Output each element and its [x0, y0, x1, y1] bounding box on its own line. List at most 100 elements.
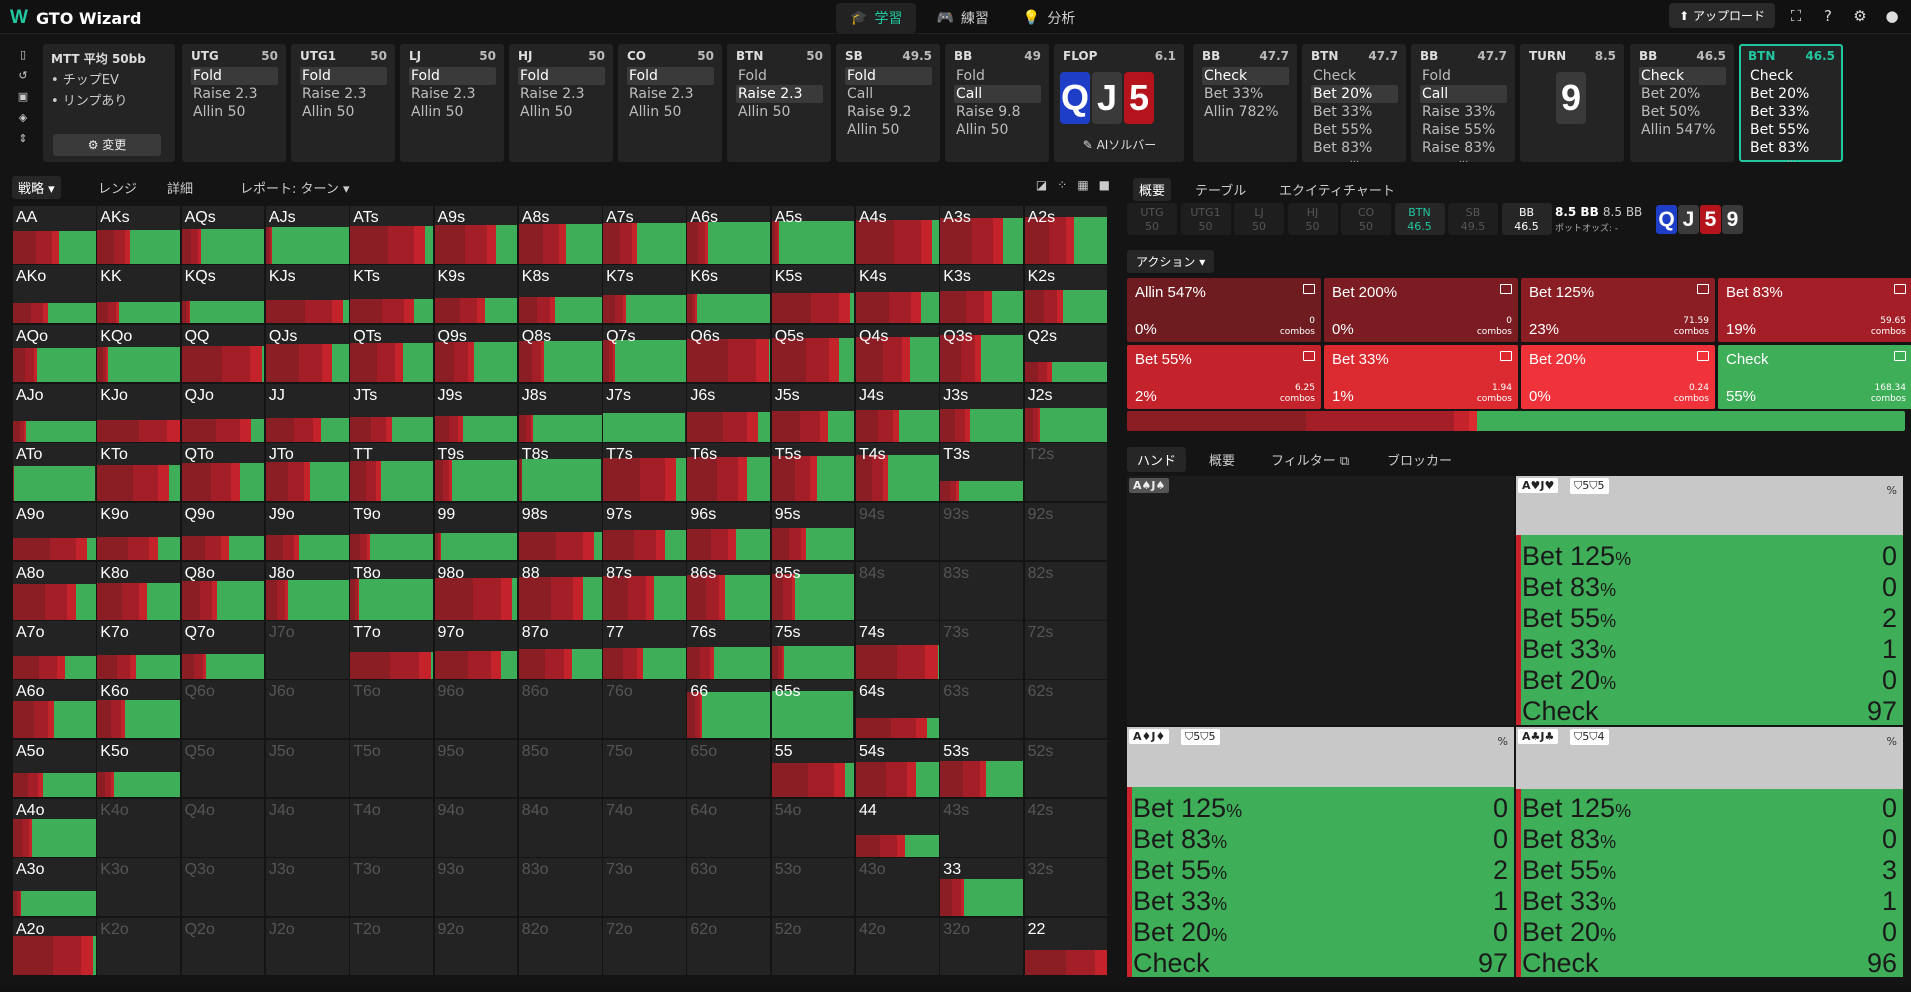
range-cell[interactable]: 83o: [518, 858, 602, 917]
range-cell[interactable]: A5o: [13, 739, 96, 798]
action-column-bb[interactable]: BB 47.7 Fold Call Raise 33% Raise 55% Raise 83…: [1411, 44, 1515, 165]
range-cell[interactable]: J3o: [265, 858, 349, 917]
action-item[interactable]: Bet 33%: [1748, 103, 1835, 121]
range-cell[interactable]: T2o: [350, 917, 433, 976]
range-cell[interactable]: T4o: [350, 799, 433, 857]
action-column-btn[interactable]: BTN 50 Fold Raise 2.3 Allin 50: [727, 44, 831, 162]
range-cell[interactable]: AKo: [13, 265, 96, 324]
range-cell[interactable]: KQo: [97, 324, 181, 383]
action-item[interactable]: Fold: [518, 67, 605, 85]
range-cell[interactable]: K2o: [97, 917, 181, 976]
range-cell[interactable]: K5o: [97, 739, 181, 798]
range-cell[interactable]: T5o: [350, 739, 433, 798]
range-cell[interactable]: JTs: [350, 383, 433, 442]
details-icon[interactable]: [1303, 284, 1315, 294]
details-icon[interactable]: [1894, 284, 1906, 294]
action-item[interactable]: Allin 782%: [1202, 103, 1289, 121]
range-cell[interactable]: 87o: [518, 621, 602, 679]
range-cell[interactable]: 53s: [940, 739, 1024, 798]
tab-range[interactable]: レンジ: [92, 176, 143, 199]
action-item[interactable]: Bet 20%: [1748, 85, 1835, 103]
range-cell[interactable]: T5s: [771, 443, 855, 501]
range-cell[interactable]: 32o: [940, 917, 1024, 976]
help-icon[interactable]: ?: [1817, 5, 1839, 27]
range-cell[interactable]: Q8s: [518, 324, 602, 383]
range-cell[interactable]: AJs: [265, 206, 349, 264]
user-icon[interactable]: ●: [1881, 5, 1903, 27]
range-cell[interactable]: 86s: [687, 561, 771, 620]
range-cell[interactable]: Q8o: [181, 561, 265, 620]
range-cell[interactable]: K8s: [518, 265, 602, 324]
range-cell[interactable]: QJs: [265, 324, 349, 383]
action-item[interactable]: Bet 55%: [1748, 121, 1835, 139]
action-item[interactable]: Bet 33%: [1311, 103, 1398, 121]
stack-utg1[interactable]: UTG1 50: [1180, 203, 1231, 235]
action-item[interactable]: Raise 9.8: [954, 103, 1041, 121]
range-cell[interactable]: 54s: [856, 739, 939, 798]
range-cell[interactable]: 43o: [856, 858, 939, 917]
range-cell[interactable]: 92o: [434, 917, 518, 976]
action-item[interactable]: Fold: [191, 67, 278, 85]
range-cell[interactable]: Q9o: [181, 502, 265, 561]
action-item[interactable]: Allin 547%: [1639, 121, 1726, 139]
action-item[interactable]: Bet 20%: [1311, 85, 1398, 103]
range-cell[interactable]: A8s: [518, 206, 602, 264]
range-cell[interactable]: J9o: [265, 502, 349, 561]
range-cell[interactable]: J4s: [856, 383, 939, 442]
action-item[interactable]: Check: [1202, 67, 1289, 85]
range-cell[interactable]: 55: [771, 739, 855, 798]
range-cell[interactable]: 32s: [1024, 858, 1108, 917]
range-cell[interactable]: 74o: [603, 799, 686, 857]
stack-lj[interactable]: LJ 50: [1234, 203, 1284, 235]
range-cell[interactable]: 63s: [940, 680, 1024, 739]
range-cell[interactable]: K3s: [940, 265, 1024, 324]
square-view-icon[interactable]: ■: [1099, 178, 1110, 192]
action-column-co[interactable]: CO 50 Fold Raise 2.3 Allin 50: [618, 44, 722, 162]
action-column-sb[interactable]: SB 49.5 Fold Call Raise 9.2 Allin 50: [836, 44, 940, 162]
range-cell[interactable]: T7s: [603, 443, 686, 501]
action-column-bb[interactable]: BB 47.7 Check Bet 33% Allin 782%: [1193, 44, 1297, 162]
range-cell[interactable]: Q3o: [181, 858, 265, 917]
details-icon[interactable]: [1303, 351, 1315, 361]
action-item[interactable]: Raise 2.3: [300, 85, 387, 103]
range-cell[interactable]: 84o: [518, 799, 602, 857]
action-item[interactable]: Fold: [845, 67, 932, 85]
range-cell[interactable]: J3s: [940, 383, 1024, 442]
range-cell[interactable]: J6s: [687, 383, 771, 442]
range-cell[interactable]: J5s: [771, 383, 855, 442]
action-column-turn[interactable]: TURN 8.5 9: [1520, 44, 1624, 162]
action-item[interactable]: Allin 50: [191, 103, 278, 121]
range-cell[interactable]: A5s: [771, 206, 855, 264]
range-cell[interactable]: 52o: [771, 917, 855, 976]
action-item[interactable]: Check: [1748, 67, 1835, 85]
range-cell[interactable]: J6o: [265, 680, 349, 739]
range-cell[interactable]: K4o: [97, 799, 181, 857]
action-item[interactable]: Fold: [954, 67, 1041, 85]
action-card[interactable]: Bet 33% 1% 1.94 combos: [1324, 345, 1518, 409]
tab-hand[interactable]: ハンド: [1127, 447, 1187, 472]
range-cell[interactable]: KTs: [350, 265, 433, 324]
range-cell[interactable]: A6o: [13, 680, 96, 739]
app-logo[interactable]: W GTO Wizard: [10, 7, 141, 29]
range-cell[interactable]: K8o: [97, 561, 181, 620]
range-cell[interactable]: ATs: [350, 206, 433, 264]
range-cell[interactable]: 77: [603, 621, 686, 679]
range-cell[interactable]: 87s: [603, 561, 686, 620]
range-cell[interactable]: A7o: [13, 621, 96, 679]
range-cell[interactable]: J7s: [603, 383, 686, 442]
range-cell[interactable]: Q6s: [687, 324, 771, 383]
range-cell[interactable]: T9s: [434, 443, 518, 501]
action-card[interactable]: Allin 547% 0% 0 combos: [1127, 278, 1321, 342]
grid-small-icon[interactable]: ⁘: [1057, 178, 1067, 192]
tab-hand-overview[interactable]: 概要: [1199, 447, 1245, 472]
hand-panel[interactable]: % ⛉5⛉5 Bet 125% 0 Bet 83% 0 Bet 55% 2 Bet 33% 1 Be…: [1516, 476, 1903, 725]
range-cell[interactable]: 42o: [856, 917, 939, 976]
tab-blocker[interactable]: ブロッカー: [1377, 447, 1462, 472]
reset-icon[interactable]: ↺: [12, 69, 34, 82]
gear-icon[interactable]: ⚙: [1849, 5, 1871, 27]
action-item[interactable]: Bet 20%: [1639, 85, 1726, 103]
range-cell[interactable]: AA: [13, 206, 96, 264]
action-item[interactable]: Call: [954, 85, 1041, 103]
action-item[interactable]: Fold: [409, 67, 496, 85]
tab-equity-chart[interactable]: エクイティチャート: [1273, 178, 1401, 201]
